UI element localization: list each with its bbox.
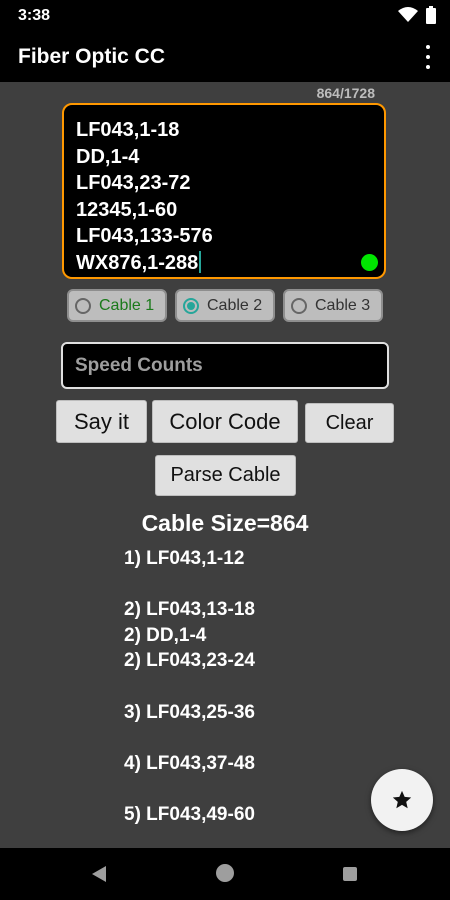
result-line: 3) LF043,25-36 [124, 701, 255, 723]
radio-label: Cable 3 [315, 296, 371, 314]
parse-cable-button[interactable]: Parse Cable [155, 455, 296, 496]
clear-button[interactable]: Clear [305, 403, 394, 443]
result-line [124, 572, 255, 598]
radio-cable-1[interactable]: Cable 1 [67, 289, 167, 322]
text-cursor [199, 250, 202, 273]
radio-label: Cable 2 [207, 296, 263, 314]
cable-input-line: LF043,1-18 [76, 119, 180, 141]
parse-results-list: 1) LF043,1-12 2) LF043,13-18 2) DD,1-4 2… [124, 546, 255, 828]
status-indicator-dot [361, 254, 378, 271]
system-nav-bar [0, 848, 450, 900]
main-content: 864/1728 LF043,1-18 DD,1-4 LF043,23-72 1… [0, 82, 450, 848]
radio-circle-icon [75, 297, 91, 314]
status-time: 3:38 [18, 7, 51, 24]
recents-icon[interactable] [343, 867, 357, 881]
result-line [124, 674, 255, 700]
cable-input-line: 12345,1-60 [76, 198, 178, 221]
result-line: 4) LF043,37-48 [124, 752, 255, 774]
status-icons [398, 6, 436, 24]
cable-input-line: WX876,1-288 [76, 251, 199, 274]
result-line [124, 776, 255, 802]
cable-input-line: DD,1-4 [76, 145, 140, 168]
cable-input-line: LF043,133-576 [76, 225, 213, 247]
radio-circle-icon [291, 297, 307, 314]
cable-input-last-line: WX876,1-288 [76, 250, 213, 277]
app-bar: Fiber Optic CC [0, 32, 450, 82]
more-vert-icon[interactable] [420, 45, 436, 69]
result-line: 1) LF043,1-12 [124, 548, 245, 569]
result-line: 2) DD,1-4 [124, 624, 207, 646]
home-icon[interactable] [216, 864, 234, 882]
color-code-button[interactable]: Color Code [152, 400, 298, 443]
favorite-fab-button[interactable] [371, 769, 433, 831]
cable-size-heading: Cable Size=864 [141, 510, 309, 536]
star-icon [392, 790, 412, 809]
status-bar: 3:38 [0, 0, 450, 32]
radio-cable-3[interactable]: Cable 3 [283, 289, 383, 322]
cable-input-textarea[interactable]: LF043,1-18 DD,1-4 LF043,23-72 12345,1-60… [62, 103, 386, 279]
character-counter: 864/1728 [316, 85, 375, 101]
radio-cable-2[interactable]: Cable 2 [175, 289, 275, 322]
app-title: Fiber Optic CC [18, 45, 166, 68]
cable-input-lines: LF043,1-18 DD,1-4 LF043,23-72 12345,1-60… [76, 117, 213, 276]
wifi-icon [398, 7, 418, 22]
cable-radio-group: Cable 1 Cable 2 Cable 3 [67, 289, 383, 322]
back-icon[interactable] [92, 866, 106, 882]
result-line: 2) LF043,23-24 [124, 650, 255, 672]
result-line [124, 725, 255, 751]
say-it-button[interactable]: Say it [56, 400, 147, 443]
cable-input-line: LF043,23-72 [76, 172, 191, 194]
radio-circle-selected-icon [183, 297, 199, 314]
result-line: 2) LF043,13-18 [124, 599, 255, 621]
result-line: 5) LF043,49-60 [124, 803, 255, 825]
speed-counts-input[interactable]: Speed Counts [61, 342, 389, 389]
radio-label: Cable 1 [99, 296, 155, 314]
battery-icon [426, 6, 436, 24]
